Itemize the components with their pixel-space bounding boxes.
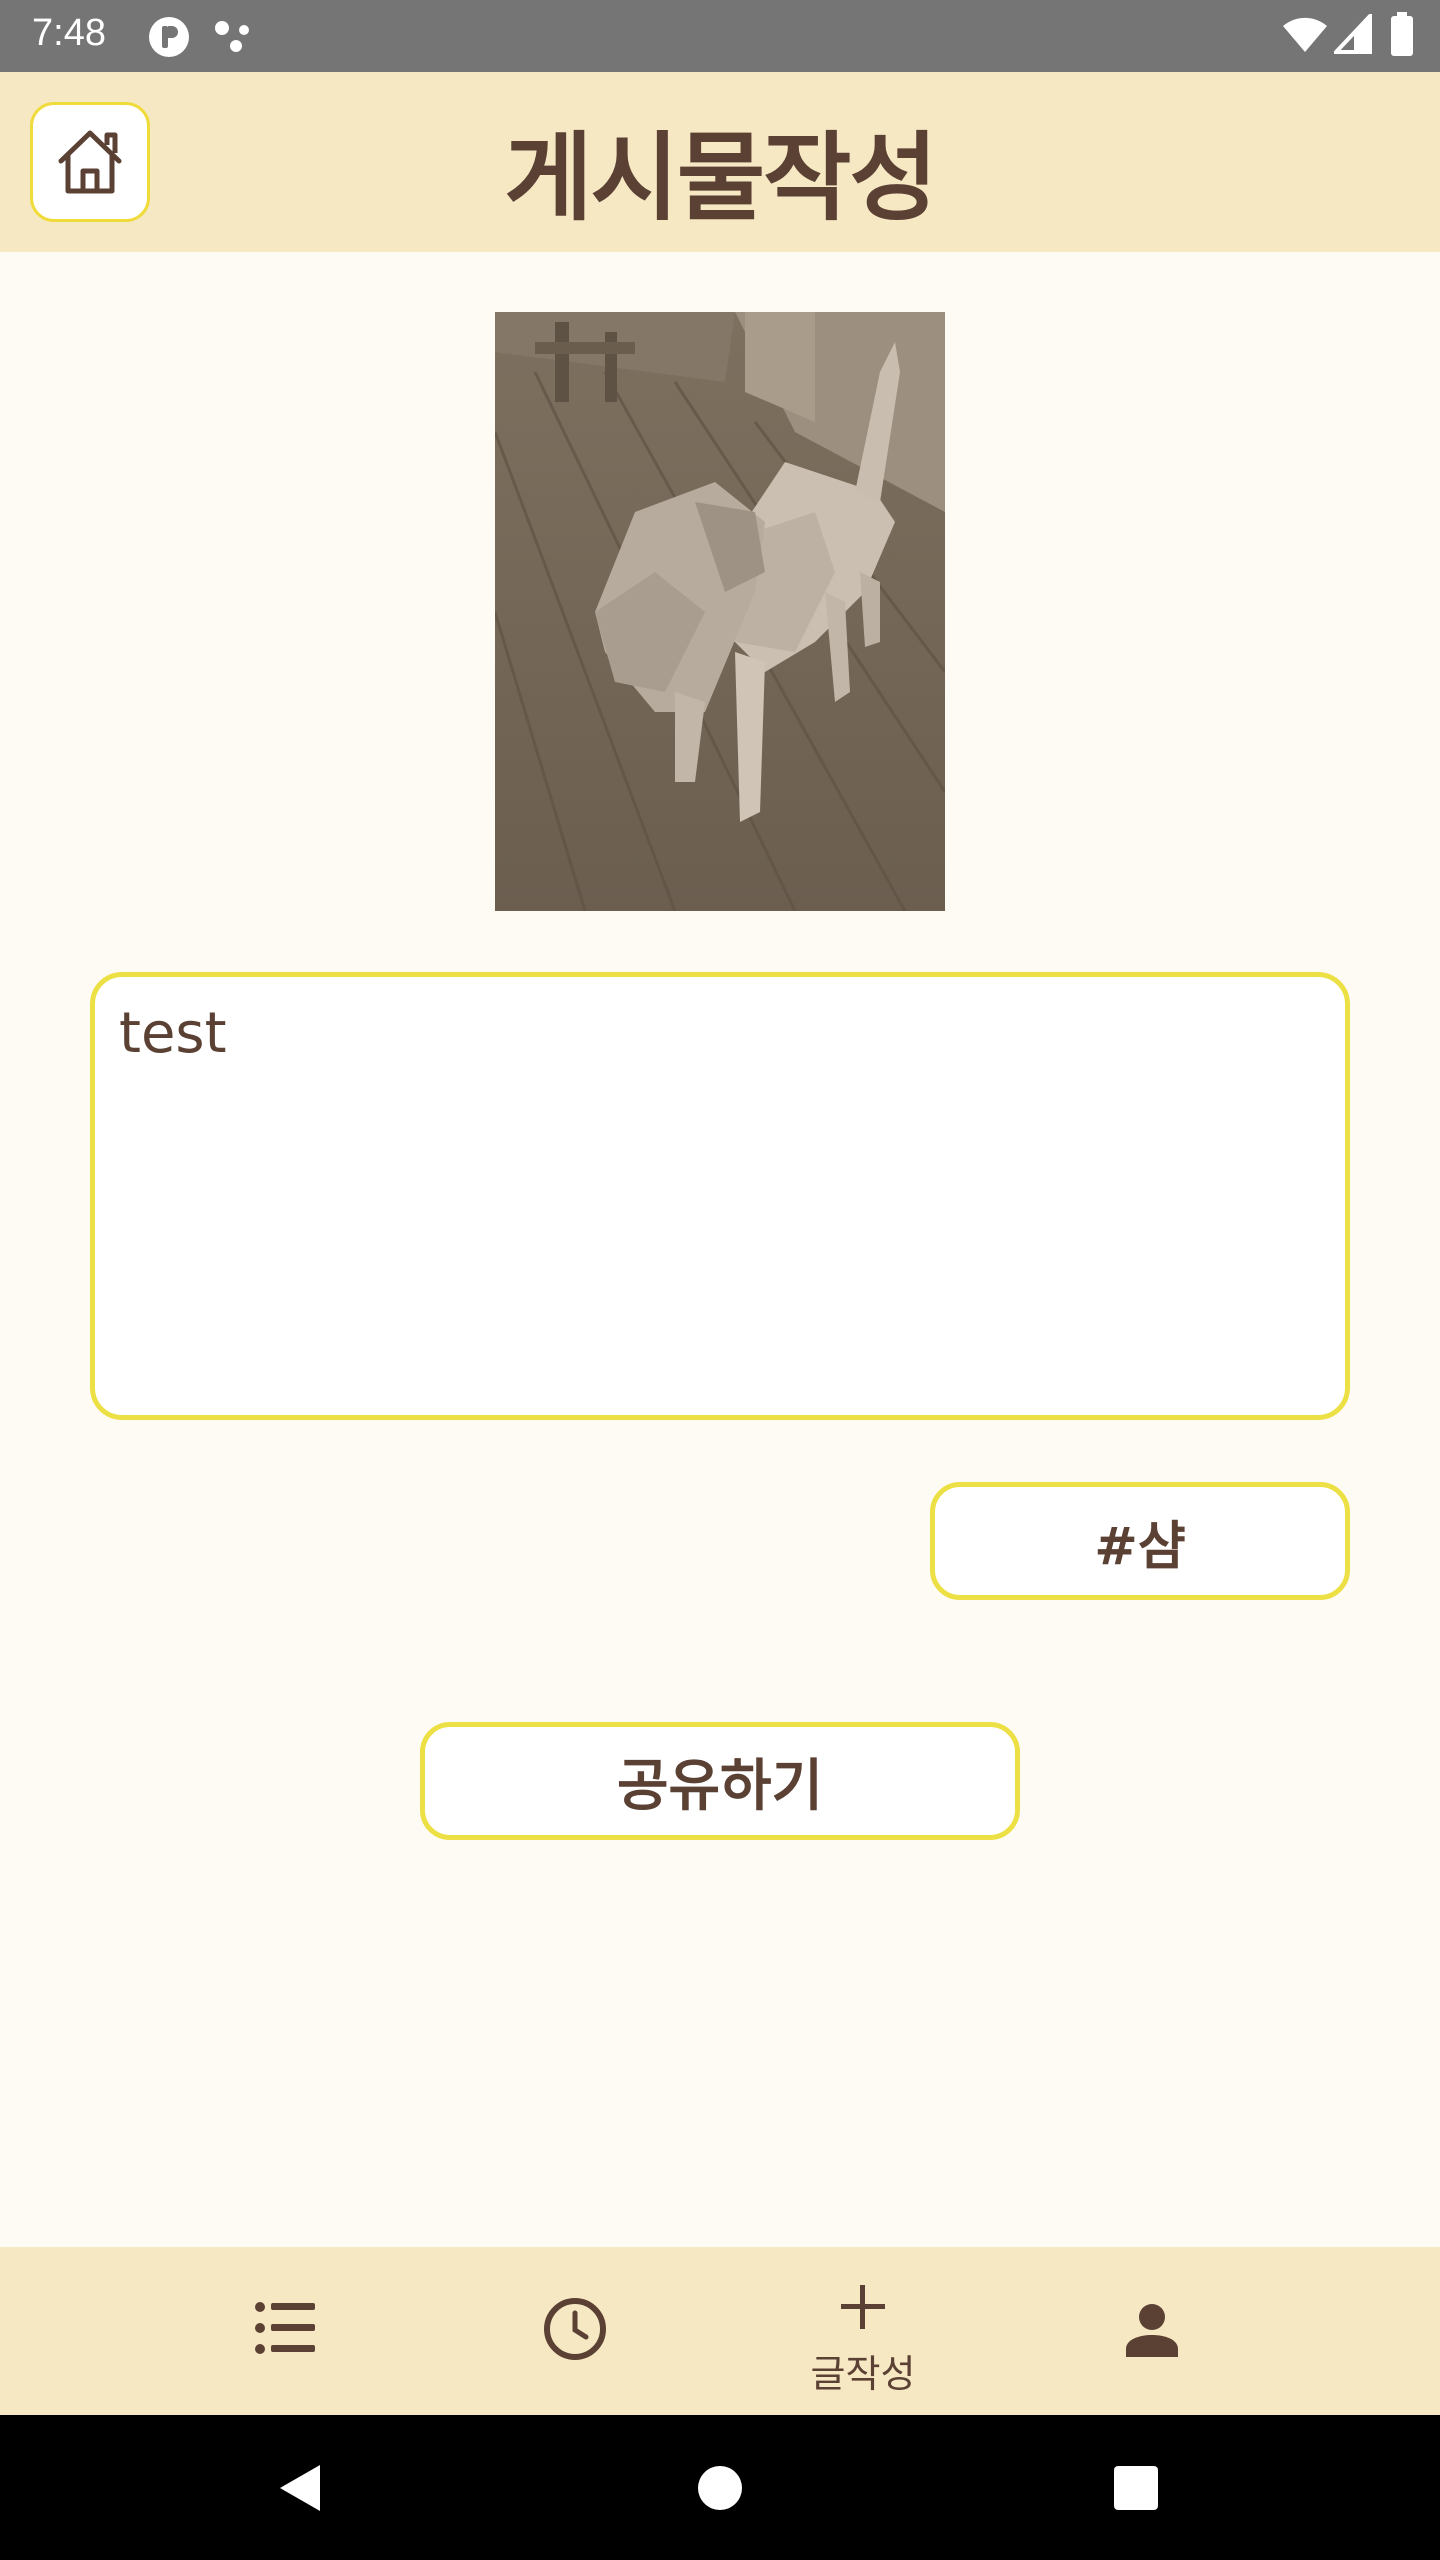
tag-button[interactable]: #샴 [930, 1482, 1350, 1600]
recents-icon [1114, 2465, 1158, 2510]
nav-item-history[interactable] [475, 2247, 675, 2415]
content-textarea[interactable]: test [90, 972, 1350, 1420]
back-icon [280, 2464, 320, 2511]
app-header: 게시물작성 [0, 72, 1440, 252]
system-home-button[interactable] [660, 2415, 780, 2560]
dots-icon [212, 18, 256, 60]
signal-icon [1331, 10, 1372, 58]
status-time: 7:48 [32, 12, 106, 54]
nav-item-list[interactable] [185, 2247, 385, 2415]
clock-icon [544, 2298, 606, 2360]
page-title: 게시물작성 [504, 122, 938, 234]
home-circle-icon [698, 2465, 742, 2510]
wifi-icon [1282, 14, 1328, 58]
content-text: test [119, 1001, 227, 1066]
system-back-button[interactable] [240, 2415, 360, 2560]
nav-item-profile[interactable] [1052, 2247, 1252, 2415]
share-button[interactable]: 공유하기 [420, 1722, 1020, 1840]
list-icon [255, 2302, 315, 2354]
nav-label-write: 글작성 [810, 2352, 916, 2396]
nav-item-write[interactable]: 글작성 [763, 2247, 963, 2415]
battery-icon [1390, 12, 1414, 60]
person-icon [1126, 2304, 1178, 2357]
post-photo [495, 312, 945, 911]
system-recents-button[interactable] [1076, 2415, 1196, 2560]
status-bar: 7:48 [0, 0, 1440, 72]
screen: 7:48 게시물작성 test #샴 공유하기 글작성 [0, 0, 1440, 2560]
system-nav [0, 2415, 1440, 2560]
plus-icon [841, 2285, 885, 2329]
app-notification-icon [148, 16, 190, 62]
bottom-nav: 글작성 [0, 2247, 1440, 2415]
